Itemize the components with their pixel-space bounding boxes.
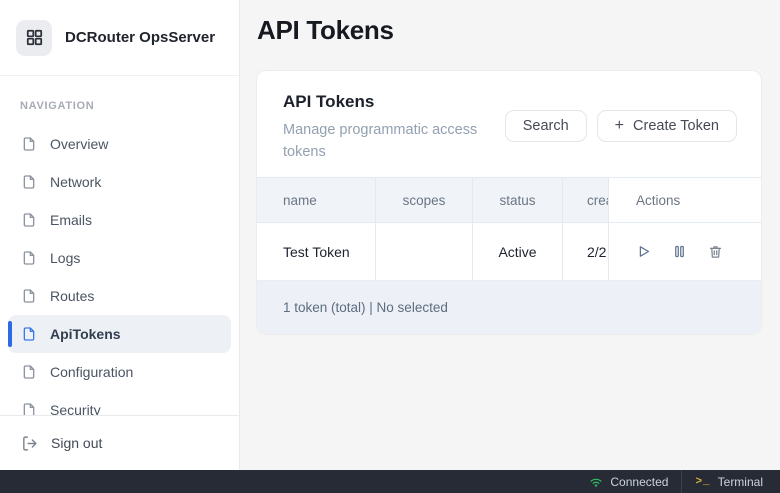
create-token-button[interactable]: + Create Token <box>597 110 737 142</box>
sidebar-item-label: Emails <box>50 212 92 228</box>
main-content: API Tokens API Tokens Manage programmati… <box>240 0 780 470</box>
pause-button[interactable] <box>672 244 687 259</box>
card-actions: Search + Create Token <box>505 92 737 163</box>
sidebar-item-overview[interactable]: Overview <box>8 125 231 163</box>
sign-out-icon <box>21 435 38 452</box>
page-title: API Tokens <box>257 15 762 46</box>
connection-status: Connected <box>576 470 681 493</box>
play-button[interactable] <box>636 244 651 259</box>
cell-created: 2/2 <box>563 223 609 280</box>
play-icon <box>636 244 651 259</box>
sidebar-item-apitokens[interactable]: ApiTokens <box>8 315 231 353</box>
search-button[interactable]: Search <box>505 110 587 142</box>
row-actions <box>636 244 723 259</box>
sidebar-item-emails[interactable]: Emails <box>8 201 231 239</box>
sidebar: DCRouter OpsServer NAVIGATION Overview N… <box>0 0 240 470</box>
nav-section-label: NAVIGATION <box>0 76 239 125</box>
status-bar: Connected >_ Terminal <box>0 470 780 493</box>
sidebar-item-routes[interactable]: Routes <box>8 277 231 315</box>
table-header: name scopes status created Actions <box>257 177 761 223</box>
app-logo <box>16 20 52 56</box>
column-header-scopes[interactable]: scopes <box>376 178 473 222</box>
terminal-button[interactable]: >_ Terminal <box>681 470 776 493</box>
file-icon <box>21 136 37 152</box>
delete-button[interactable] <box>708 244 723 259</box>
file-icon <box>21 212 37 228</box>
wifi-icon <box>589 475 603 489</box>
file-icon <box>21 326 37 342</box>
column-header-actions: Actions <box>609 178 761 222</box>
plus-icon: + <box>615 118 624 134</box>
sign-out-button[interactable]: Sign out <box>0 415 239 470</box>
cell-actions <box>609 223 761 280</box>
sidebar-item-configuration[interactable]: Configuration <box>8 353 231 391</box>
trash-icon <box>708 244 723 259</box>
file-icon <box>21 288 37 304</box>
card-subtitle: Manage programmatic access tokens <box>283 119 491 163</box>
pause-icon <box>672 244 687 259</box>
cell-scopes <box>376 223 473 280</box>
column-header-name[interactable]: name <box>257 178 376 222</box>
table-footer-text: 1 token (total) | No selected <box>283 300 448 315</box>
cell-status: Active <box>473 223 563 280</box>
sidebar-item-logs[interactable]: Logs <box>8 239 231 277</box>
sidebar-item-label: Logs <box>50 250 80 266</box>
create-token-label: Create Token <box>633 118 719 134</box>
file-icon <box>21 250 37 266</box>
card-title: API Tokens <box>283 92 491 112</box>
sidebar-item-label: Network <box>50 174 101 190</box>
sidebar-nav: NAVIGATION Overview Network Emails <box>0 76 239 415</box>
file-icon <box>21 174 37 190</box>
file-icon <box>21 402 37 415</box>
app-window: DCRouter OpsServer NAVIGATION Overview N… <box>0 0 780 470</box>
grid-icon <box>25 28 44 47</box>
brand-title: DCRouter OpsServer <box>65 29 215 46</box>
card-header-text: API Tokens Manage programmatic access to… <box>283 92 491 163</box>
sidebar-item-label: Security <box>50 402 101 415</box>
terminal-icon: >_ <box>695 476 710 488</box>
sidebar-item-network[interactable]: Network <box>8 163 231 201</box>
table-row[interactable]: Test Token Active 2/2 <box>257 223 761 281</box>
cell-name: Test Token <box>257 223 376 280</box>
file-icon <box>21 364 37 380</box>
sidebar-item-label: Overview <box>50 136 108 152</box>
sidebar-item-security[interactable]: Security <box>8 391 231 415</box>
table-footer: 1 token (total) | No selected <box>257 281 761 334</box>
column-header-created[interactable]: created <box>563 178 609 222</box>
terminal-label: Terminal <box>718 475 763 489</box>
api-tokens-card: API Tokens Manage programmatic access to… <box>256 70 762 335</box>
sidebar-item-label: Routes <box>50 288 94 304</box>
card-header: API Tokens Manage programmatic access to… <box>257 71 761 177</box>
brand-header: DCRouter OpsServer <box>0 0 239 76</box>
column-header-status[interactable]: status <box>473 178 563 222</box>
sign-out-label: Sign out <box>51 435 102 451</box>
sidebar-item-label: ApiTokens <box>50 326 121 342</box>
sidebar-item-label: Configuration <box>50 364 133 380</box>
connection-status-label: Connected <box>610 475 668 489</box>
